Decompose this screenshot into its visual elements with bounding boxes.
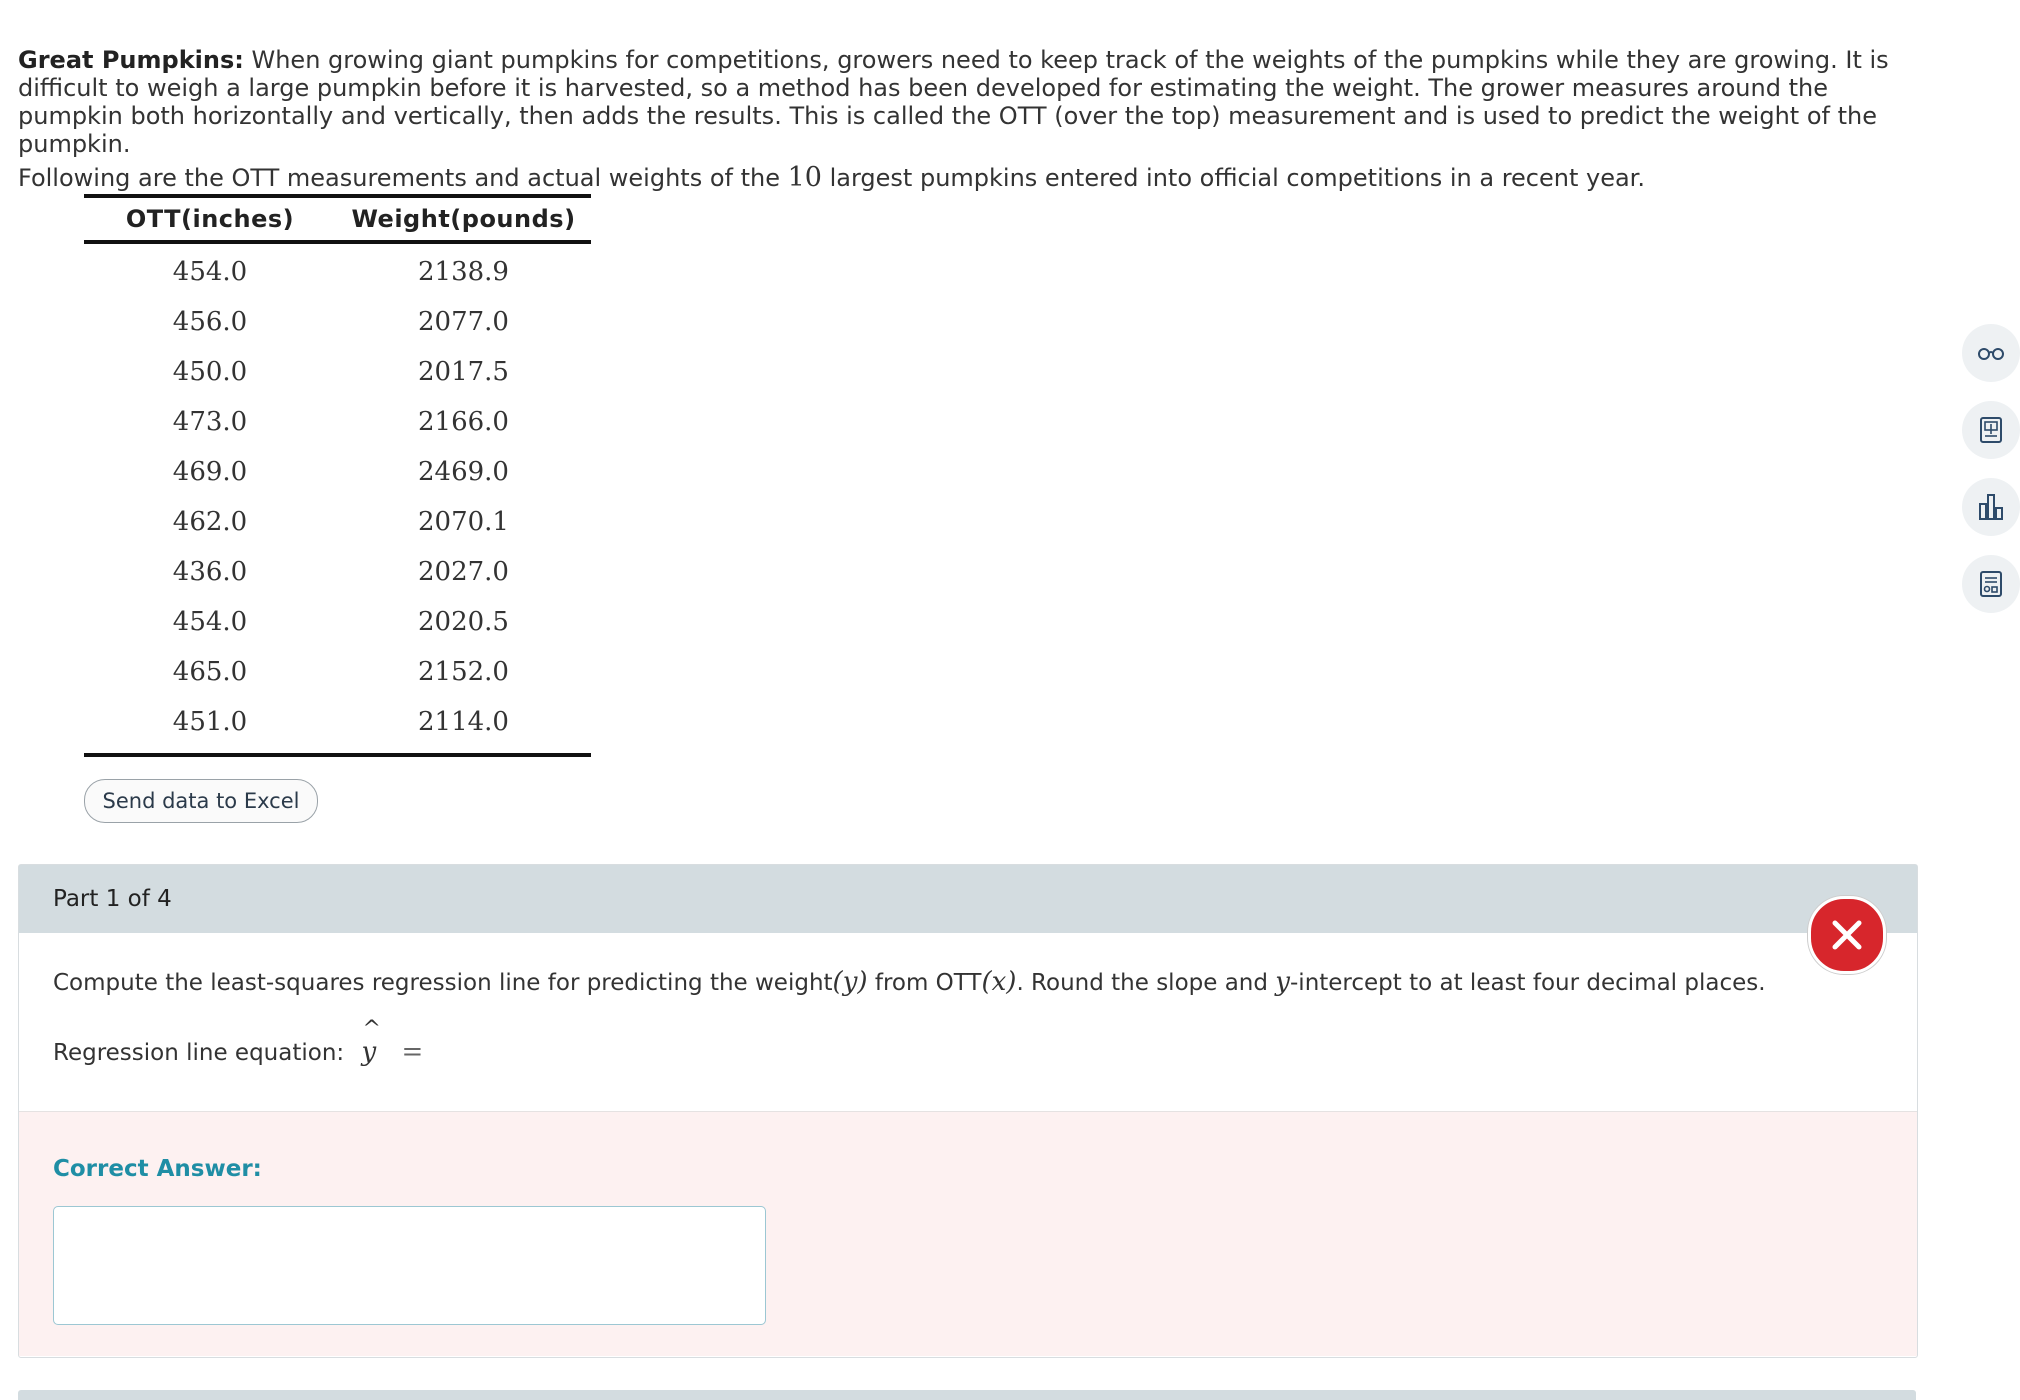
correct-answer-label: Correct Answer: — [53, 1156, 262, 1182]
table-body: 454.0 2138.9 456.0 2077.0 450.0 2017.5 473.0 21… — [84, 244, 591, 753]
column-header-ott: OTT(inches) — [125, 205, 295, 233]
calculator-icon — [1980, 417, 2002, 443]
weight-cell: 2077.0 — [418, 307, 509, 337]
part-header: Part 1 of 4 — [19, 865, 1917, 933]
table-row: 456.0 2077.0 — [84, 297, 591, 347]
correct-answer-area: Correct Answer: — [19, 1111, 1917, 1356]
weight-cell: 2138.9 — [418, 257, 509, 287]
ott-cell: 436.0 — [172, 557, 248, 587]
weight-cell: 2152.0 — [418, 657, 509, 687]
table-row: 436.0 2027.0 — [84, 547, 591, 597]
ott-cell: 473.0 — [172, 407, 248, 437]
close-icon — [1832, 920, 1862, 950]
table-row: 454.0 2138.9 — [84, 247, 591, 297]
table-row: 465.0 2152.0 — [84, 647, 591, 697]
correct-answer-box — [53, 1206, 766, 1325]
y-hat-symbol: ^ y — [361, 1017, 381, 1067]
weight-cell: 2027.0 — [418, 557, 509, 587]
send-to-excel-button[interactable]: Send data to Excel — [84, 779, 318, 823]
problem-title: Great Pumpkins: — [18, 46, 244, 74]
var-y-intercept: y — [1275, 967, 1290, 997]
chart-tool-button[interactable] — [1962, 478, 2020, 536]
weight-cell: 2469.0 — [418, 457, 509, 487]
next-part-strip — [18, 1390, 1916, 1400]
problem-intro: Great Pumpkins: When growing giant pumpk… — [18, 46, 1918, 192]
following-text-pre: Following are the OTT measurements and a… — [18, 164, 788, 192]
question-text: Compute the least-squares regression lin… — [53, 967, 1766, 997]
incorrect-badge — [1808, 896, 1886, 974]
glasses-icon — [1978, 348, 2004, 360]
question-text-post: -intercept to at least four decimal plac… — [1290, 970, 1766, 996]
regression-equation-line: Regression line equation: ^ y = — [53, 1017, 424, 1067]
weight-cell: 2020.5 — [418, 607, 509, 637]
part-label: Part 1 of 4 — [53, 886, 172, 912]
pumpkin-data-table: OTT(inches) Weight(pounds) 454.0 2138.9 45… — [84, 194, 591, 757]
data-tool-button[interactable] — [1962, 555, 2020, 613]
ott-cell: 454.0 — [172, 607, 248, 637]
table-bottom-rule — [84, 753, 591, 757]
table-row: 454.0 2020.5 — [84, 597, 591, 647]
ott-cell: 451.0 — [172, 707, 248, 737]
table-row: 473.0 2166.0 — [84, 397, 591, 447]
var-y: (y) — [832, 967, 868, 997]
question-panel: Part 1 of 4 Compute the least-squares re… — [18, 864, 1918, 1358]
data-table-icon — [1980, 571, 2002, 597]
pumpkin-count: 10 — [787, 162, 822, 193]
ott-cell: 465.0 — [172, 657, 248, 687]
var-x: (x) — [981, 967, 1017, 997]
table-row: 462.0 2070.1 — [84, 497, 591, 547]
ott-cell: 454.0 — [172, 257, 248, 287]
column-header-weight: Weight(pounds) — [351, 205, 576, 233]
chart-bars-icon — [1979, 494, 2003, 520]
table-header-row: OTT(inches) Weight(pounds) — [84, 198, 591, 240]
equation-label: Regression line equation: — [53, 1040, 345, 1066]
question-text-pre: Compute the least-squares regression lin… — [53, 970, 833, 996]
equals-sign: = — [401, 1037, 424, 1067]
table-row: 469.0 2469.0 — [84, 447, 591, 497]
weight-cell: 2114.0 — [418, 707, 509, 737]
question-text-mid2: . Round the slope and — [1016, 970, 1276, 996]
ott-cell: 462.0 — [172, 507, 248, 537]
ott-cell: 469.0 — [172, 457, 248, 487]
glasses-tool-button[interactable] — [1962, 324, 2020, 382]
problem-body: When growing giant pumpkins for competit… — [18, 46, 1889, 158]
table-row: 450.0 2017.5 — [84, 347, 591, 397]
following-text-post: largest pumpkins entered into official c… — [821, 164, 1645, 192]
ott-cell: 456.0 — [172, 307, 248, 337]
question-text-mid: from OTT — [867, 970, 982, 996]
calculator-tool-button[interactable] — [1962, 401, 2020, 459]
ott-cell: 450.0 — [172, 357, 248, 387]
right-toolbar — [1962, 324, 2020, 632]
weight-cell: 2166.0 — [418, 407, 509, 437]
table-row: 451.0 2114.0 — [84, 697, 591, 747]
weight-cell: 2017.5 — [418, 357, 509, 387]
problem-following: Following are the OTT measurements and a… — [18, 162, 1918, 193]
weight-cell: 2070.1 — [418, 507, 509, 537]
